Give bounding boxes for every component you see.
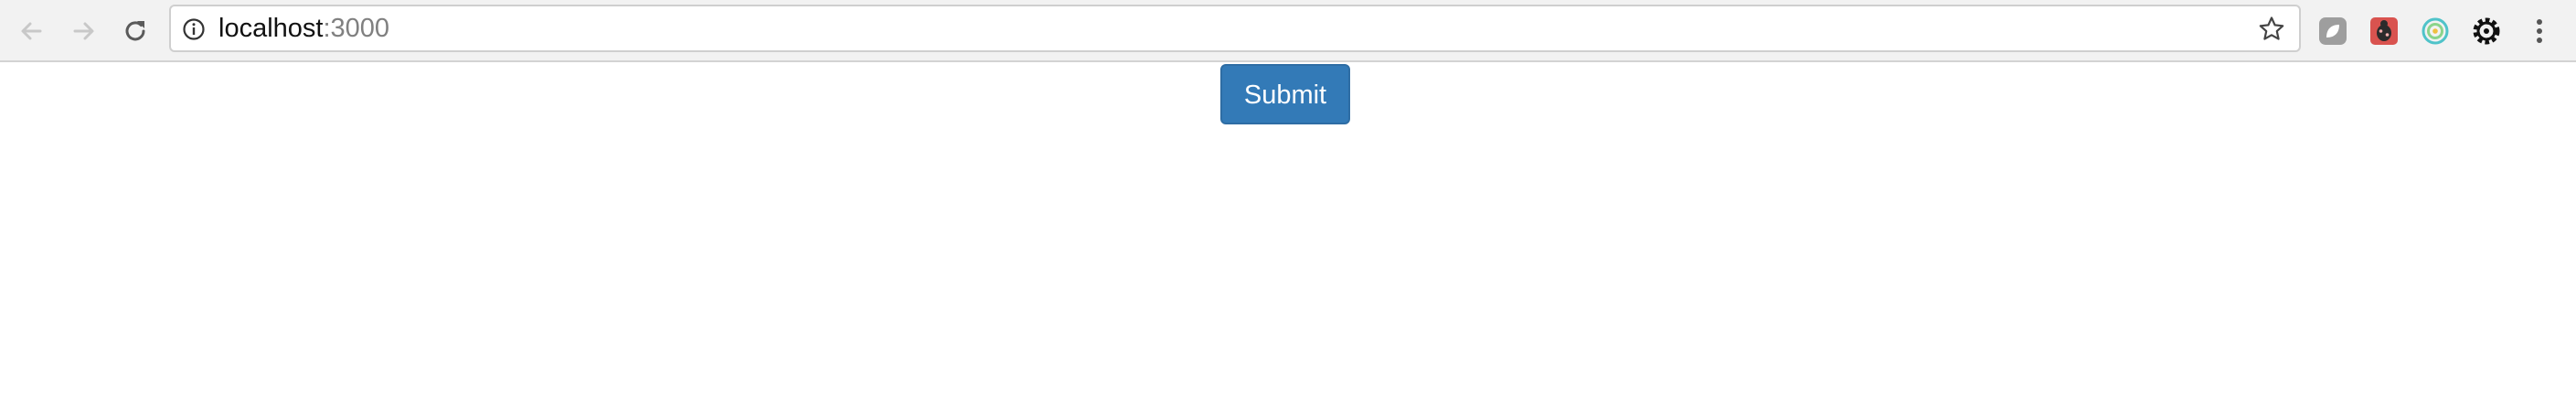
submit-button[interactable]: Submit	[1220, 64, 1350, 124]
reload-button[interactable]	[117, 13, 154, 49]
back-button[interactable]	[13, 13, 49, 49]
kebab-menu-icon	[2537, 19, 2542, 43]
extension-button-red[interactable]	[2366, 13, 2402, 49]
forward-button[interactable]	[66, 13, 102, 49]
forward-arrow-icon	[73, 22, 94, 40]
back-arrow-icon	[21, 22, 42, 40]
extension-button-gray[interactable]	[2315, 13, 2351, 49]
url-text[interactable]: localhost:3000	[218, 6, 389, 50]
gear-extension-icon	[2473, 17, 2500, 45]
browser-toolbar: localhost:3000	[0, 0, 2576, 62]
star-icon[interactable]	[2257, 15, 2286, 44]
extension-icon	[2319, 17, 2347, 45]
address-bar[interactable]: localhost:3000	[169, 5, 2301, 52]
extension-button-gear[interactable]	[2468, 13, 2505, 49]
url-port: :3000	[323, 14, 390, 43]
info-icon[interactable]	[182, 17, 206, 41]
page-content: Submit	[0, 62, 2576, 408]
reload-icon	[125, 21, 145, 41]
extension-button-target[interactable]	[2417, 13, 2454, 49]
target-extension-icon	[2422, 17, 2449, 45]
url-host: localhost	[218, 14, 324, 43]
browser-menu-button[interactable]	[2521, 13, 2558, 49]
ladybug-extension-icon	[2370, 17, 2398, 45]
